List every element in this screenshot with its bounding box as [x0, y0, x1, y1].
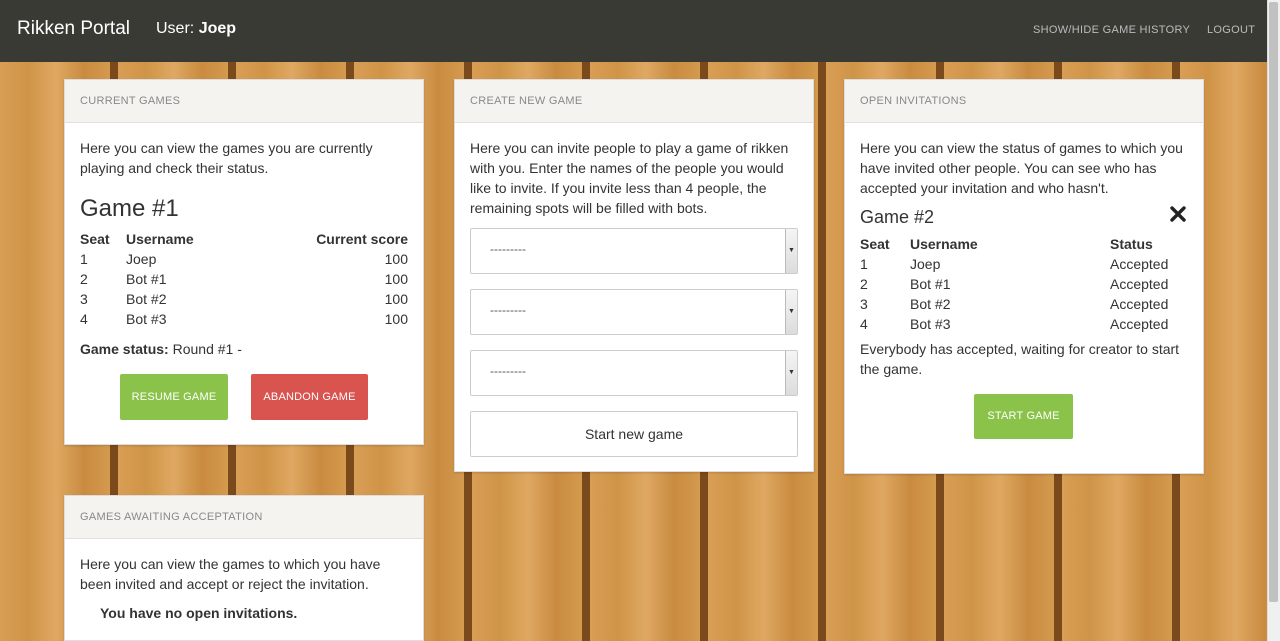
awaiting-heading: GAMES AWAITING ACCEPTATION — [65, 496, 423, 539]
table-row: 2 Bot #1 100 — [80, 271, 408, 287]
table-row: 2 Bot #1 Accepted — [860, 276, 1169, 292]
start-new-game-button[interactable]: Start new game — [470, 411, 798, 457]
game-status-value: Round #1 - — [172, 341, 242, 357]
table-row: 1 Joep 100 — [80, 251, 408, 267]
current-games-heading: CURRENT GAMES — [65, 80, 423, 123]
open-invitations-heading: OPEN INVITATIONS — [845, 80, 1203, 123]
open-invitations-intro: Here you can view the status of games to… — [860, 140, 1183, 196]
col-username: Username — [126, 231, 194, 247]
create-game-heading: CREATE NEW GAME — [455, 80, 813, 123]
invitation-table: Seat Username Status 1 Joep Accepted 2 Bot … — [860, 234, 1188, 334]
table-row: 3 Bot #2 100 — [80, 291, 408, 307]
game-status: Game status: Round #1 - — [80, 341, 242, 357]
current-user: User: Joep — [156, 20, 237, 37]
table-row: 4 Bot #3 100 — [80, 311, 408, 327]
logout-link[interactable]: LOGOUT — [1207, 24, 1255, 36]
game-1-title: Game #1 — [80, 195, 179, 222]
start-game-button[interactable]: START GAME — [974, 394, 1073, 439]
awaiting-intro: Here you can view the games to which you… — [80, 556, 381, 592]
col-score: Current score — [316, 231, 408, 247]
show-hide-history-link[interactable]: SHOW/HIDE GAME HISTORY — [1033, 24, 1190, 36]
game-2-title: Game #2 — [860, 207, 935, 227]
current-game-table: Seat Username Current score 1 Joep 100 2 Bo… — [80, 229, 408, 329]
top-navbar: Rikken Portal User: Joep SHOW/HIDE GAME … — [0, 0, 1267, 62]
brand-title[interactable]: Rikken Portal — [17, 18, 130, 40]
chevron-down-icon: ▼ — [785, 229, 797, 273]
open-invitations-panel: OPEN INVITATIONS Here you can view the s… — [844, 79, 1204, 474]
invitation-status-message: Everybody has accepted, waiting for crea… — [860, 341, 1180, 377]
invite-select-2[interactable]: --------- ▼ — [470, 289, 798, 335]
table-row: 3 Bot #2 Accepted — [860, 296, 1169, 312]
scrollbar-thumb[interactable] — [1269, 2, 1278, 602]
no-invitations-message: You have no open invitations. — [100, 605, 298, 621]
resume-game-button[interactable]: RESUME GAME — [120, 374, 228, 420]
abandon-game-button[interactable]: ABANDON GAME — [251, 374, 368, 420]
awaiting-panel: GAMES AWAITING ACCEPTATION Here you can … — [64, 495, 424, 641]
page-scrollbar[interactable] — [1267, 0, 1280, 641]
user-name: Joep — [198, 20, 237, 37]
close-icon[interactable] — [1170, 206, 1186, 227]
col-seat: Seat — [80, 231, 110, 247]
table-row: 4 Bot #3 Accepted — [860, 316, 1169, 332]
current-games-panel: CURRENT GAMES Here you can view the game… — [64, 79, 424, 445]
current-games-intro: Here you can view the games you are curr… — [80, 140, 373, 176]
chevron-down-icon: ▼ — [785, 351, 797, 395]
chevron-down-icon: ▼ — [785, 290, 797, 334]
table-row: 1 Joep Accepted — [860, 256, 1169, 272]
invite-select-1[interactable]: --------- ▼ — [470, 228, 798, 274]
create-game-intro: Here you can invite people to play a gam… — [470, 140, 789, 216]
invite-select-3[interactable]: --------- ▼ — [470, 350, 798, 396]
create-game-panel: CREATE NEW GAME Here you can invite peop… — [454, 79, 814, 472]
